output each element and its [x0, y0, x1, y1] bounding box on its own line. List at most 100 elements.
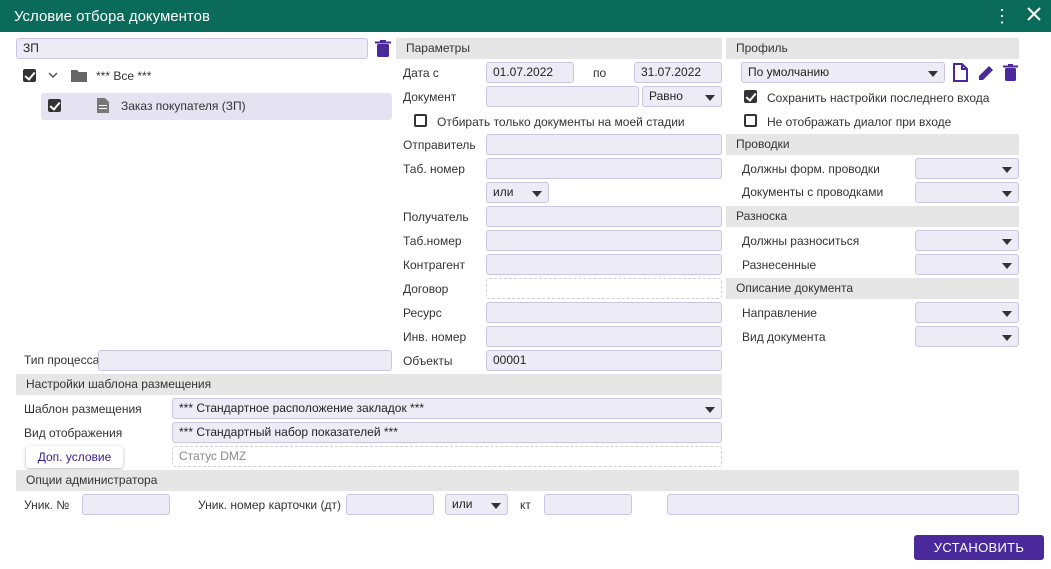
admin-or-value: или	[452, 497, 473, 511]
doc-type-label: Вид документа	[742, 330, 826, 344]
date-to-label: по	[593, 66, 607, 80]
no-dialog-label: Не отображать диалог при входе	[767, 115, 952, 129]
admin-extra-input[interactable]	[667, 494, 1019, 515]
date-from-label: Дата с	[403, 66, 439, 80]
edit-icon[interactable]	[977, 64, 995, 82]
dropdown-arrow-icon	[705, 95, 715, 101]
dropdown-arrow-icon	[532, 191, 542, 197]
template-label: Шаблон размещения	[24, 402, 142, 416]
document-label: Документ	[403, 90, 457, 104]
dropdown-arrow-icon	[1002, 311, 1012, 317]
contract-label: Договор	[403, 282, 449, 296]
only-my-stage-checkbox[interactable]	[414, 114, 427, 127]
contract-input[interactable]	[486, 278, 722, 299]
must-distribute-label: Должны разноситься	[742, 234, 860, 248]
admin-or-select[interactable]: или	[445, 494, 508, 515]
trash-icon[interactable]	[375, 40, 391, 58]
doc-type-select[interactable]	[915, 326, 1019, 347]
dropdown-arrow-icon	[1002, 335, 1012, 341]
objects-label: Объекты	[403, 354, 453, 368]
docs-with-label: Документы с проводками	[742, 185, 884, 199]
uniq-input[interactable]	[82, 494, 170, 515]
card-label: Уник. номер карточки (дт)	[198, 498, 341, 512]
process-type-input[interactable]	[98, 350, 392, 371]
direction-label: Направление	[742, 306, 817, 320]
tab-number2-input[interactable]	[486, 230, 722, 251]
resource-input[interactable]	[486, 302, 722, 323]
must-form-label: Должны форм. проводки	[742, 162, 880, 176]
dropdown-arrow-icon	[1002, 167, 1012, 173]
profile-select[interactable]: По умолчанию	[741, 62, 945, 83]
status-dmz-input[interactable]: Статус DMZ	[172, 446, 722, 467]
dropdown-arrow-icon	[705, 407, 715, 413]
only-my-stage-label: Отбирать только документы на моей стадии	[437, 115, 685, 129]
profile-value: По умолчанию	[748, 65, 830, 79]
kt-input[interactable]	[544, 494, 632, 515]
doc-desc-header: Описание документа	[726, 278, 1019, 299]
uniq-label: Уник. №	[24, 498, 70, 512]
kt-label: кт	[520, 498, 531, 512]
receiver-label: Получатель	[403, 210, 469, 224]
inv-number-label: Инв. номер	[403, 330, 467, 344]
distributed-label: Разнесенные	[742, 258, 817, 272]
tree-item-label: Заказ покупателя (ЗП)	[121, 99, 246, 113]
tree-checkbox-zp[interactable]	[48, 99, 61, 112]
dropdown-arrow-icon	[491, 503, 501, 509]
extra-condition-button[interactable]: Доп. условие	[26, 446, 123, 468]
window-title: Условие отбора документов	[14, 8, 210, 25]
counterparty-input[interactable]	[486, 254, 722, 275]
process-type-label: Тип процесса	[24, 353, 100, 367]
profile-header: Профиль	[726, 38, 1019, 59]
dropdown-arrow-icon	[1002, 239, 1012, 245]
or-select-value: или	[493, 185, 514, 199]
chevron-down-icon[interactable]	[47, 69, 59, 81]
postings-header: Проводки	[726, 134, 1019, 155]
title-bar: Условие отбора документов ⋮	[0, 0, 1051, 32]
date-from-input[interactable]: 01.07.2022	[486, 62, 574, 83]
counterparty-label: Контрагент	[403, 258, 466, 272]
kebab-icon[interactable]: ⋮	[993, 7, 1011, 25]
inv-number-input[interactable]	[486, 326, 722, 347]
params-header: Параметры	[396, 38, 722, 59]
tab-number-label: Таб. номер	[403, 162, 465, 176]
must-distribute-select[interactable]	[915, 230, 1019, 251]
must-form-select[interactable]	[915, 158, 1019, 179]
save-last-label: Сохранить настройки последнего входа	[767, 91, 990, 105]
tree-item-label: *** Все ***	[96, 69, 152, 83]
sender-input[interactable]	[486, 134, 722, 155]
resource-label: Ресурс	[403, 306, 442, 320]
close-icon[interactable]	[1024, 6, 1044, 25]
sender-label: Отправитель	[403, 138, 476, 152]
admin-header: Опции администратора	[16, 470, 1019, 491]
template-header: Настройки шаблона размещения	[16, 374, 722, 395]
search-input[interactable]: ЗП	[16, 38, 368, 59]
document-op-select[interactable]: Равно	[642, 86, 722, 107]
install-button[interactable]: УСТАНОВИТЬ	[914, 535, 1044, 560]
template-value: *** Стандартное расположение закладок **…	[179, 401, 425, 415]
tab-number-input[interactable]	[486, 158, 722, 179]
dropdown-arrow-icon	[1002, 263, 1012, 269]
or-select[interactable]: или	[486, 182, 549, 203]
direction-select[interactable]	[915, 302, 1019, 323]
card-input[interactable]	[346, 494, 434, 515]
folder-icon	[71, 69, 87, 82]
receiver-input[interactable]	[486, 206, 722, 227]
trash-icon[interactable]	[1003, 64, 1018, 82]
date-to-input[interactable]: 31.07.2022	[634, 62, 722, 83]
objects-input[interactable]: 00001	[486, 350, 722, 371]
distribution-header: Разноска	[726, 206, 1019, 227]
docs-with-select[interactable]	[915, 182, 1019, 203]
document-icon	[97, 98, 109, 113]
distributed-select[interactable]	[915, 254, 1019, 275]
tree-checkbox-all[interactable]	[23, 69, 36, 82]
document-op-value: Равно	[649, 89, 683, 103]
tab-number2-label: Таб.номер	[403, 234, 462, 248]
view-input[interactable]: *** Стандартный набор показателей ***	[172, 422, 722, 443]
dropdown-arrow-icon	[1002, 191, 1012, 197]
view-label: Вид отображения	[24, 426, 123, 440]
template-select[interactable]: *** Стандартное расположение закладок **…	[172, 398, 722, 419]
new-file-icon[interactable]	[953, 63, 968, 82]
no-dialog-checkbox[interactable]	[744, 114, 757, 127]
save-last-checkbox[interactable]	[744, 90, 757, 103]
document-input[interactable]	[486, 86, 639, 107]
